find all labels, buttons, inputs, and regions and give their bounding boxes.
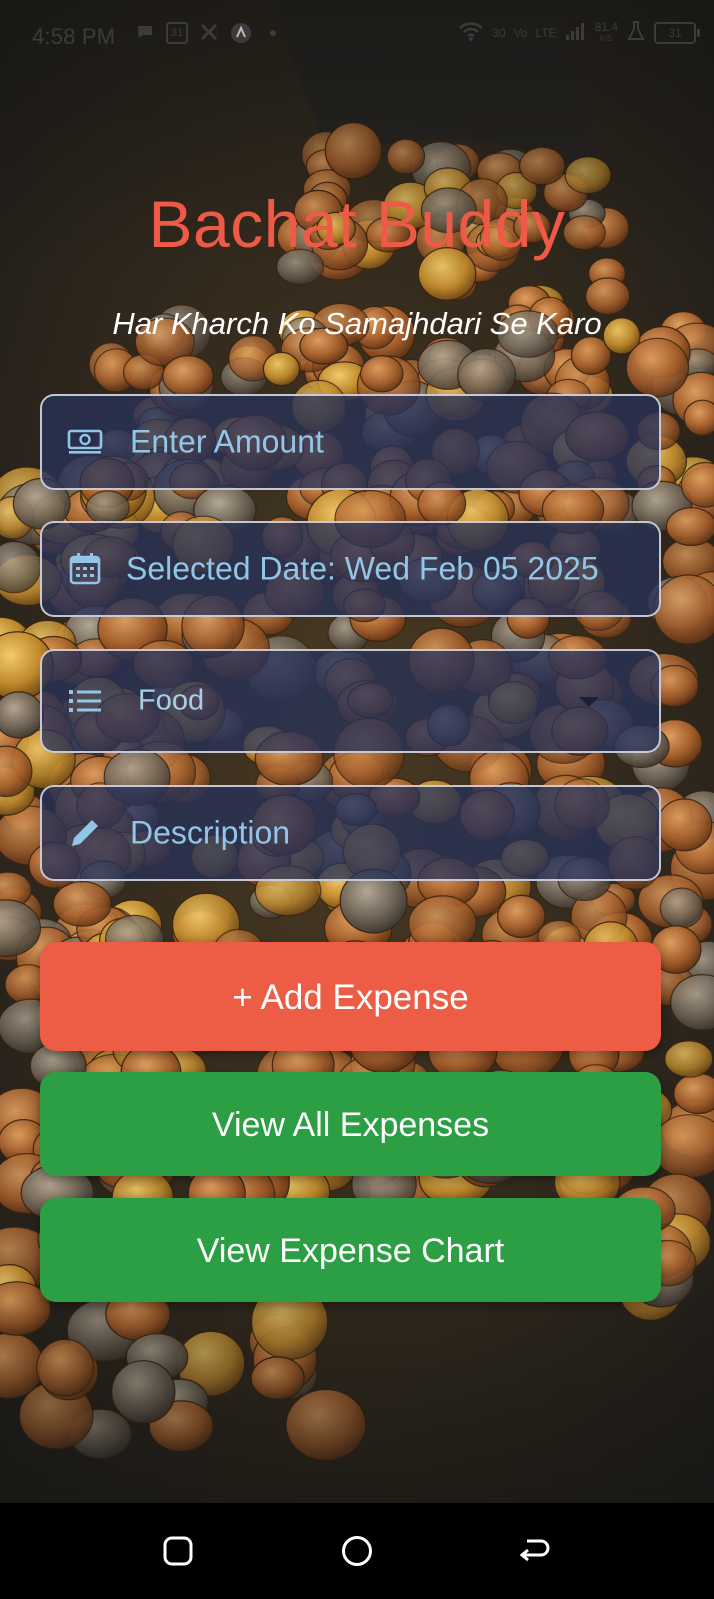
status-time: 4:58 PM — [32, 24, 116, 49]
system-status-icons: 30 Vo LTE 81.4 K/S 31 — [458, 19, 700, 45]
x-logo-icon — [198, 22, 220, 44]
signal-bars-icon — [565, 21, 587, 44]
description-placeholder: Description — [130, 814, 291, 851]
back-icon[interactable] — [514, 1531, 554, 1571]
home-icon[interactable] — [337, 1531, 377, 1571]
lte-label: LTE — [535, 25, 557, 40]
battery-icon: 31 — [654, 21, 700, 44]
app-tagline: Har Kharch Ko Samajhdari Se Karo — [112, 306, 602, 341]
category-dropdown[interactable]: Food — [40, 649, 661, 753]
app-screen: 4:58 PM 31 30 Vo LTE 81.4 K/S 31 Bachat … — [0, 0, 714, 1599]
recent-apps-icon[interactable] — [158, 1531, 198, 1571]
network-speed: 81.4 K/S — [594, 19, 618, 44]
app-title: Bachat Buddy — [148, 187, 566, 261]
amount-placeholder: Enter Amount — [130, 423, 324, 460]
notification-icons: 31 — [134, 22, 284, 44]
network-label-1: 30 — [492, 25, 506, 40]
view-all-expenses-button[interactable]: View All Expenses — [40, 1072, 661, 1176]
network-speed-value: 81.4 — [594, 19, 618, 34]
system-navigation-bar — [0, 1503, 714, 1599]
calendar-31-icon: 31 — [166, 22, 188, 44]
avast-icon — [230, 22, 252, 44]
volte-label: Vo — [513, 25, 528, 40]
selected-date-text: Selected Date: Wed Feb 05 2025 — [126, 550, 599, 587]
wifi-icon — [458, 20, 484, 45]
dot-icon — [262, 22, 284, 44]
money-bill-icon — [66, 423, 104, 461]
list-icon — [66, 682, 104, 720]
amount-field[interactable]: Enter Amount — [40, 394, 661, 490]
selected-category: Food — [138, 684, 205, 717]
description-field[interactable]: Description — [40, 785, 661, 881]
chat-bubble-icon — [134, 22, 156, 44]
pencil-icon — [66, 814, 104, 852]
status-bar: 4:58 PM 31 30 Vo LTE 81.4 K/S 31 — [0, 0, 714, 70]
calendar-icon — [66, 550, 104, 588]
view-expense-chart-button[interactable]: View Expense Chart — [40, 1198, 661, 1302]
add-expense-button[interactable]: + Add Expense — [40, 942, 661, 1051]
date-picker-field[interactable]: Selected Date: Wed Feb 05 2025 — [40, 521, 661, 617]
chevron-down-icon[interactable] — [579, 697, 599, 707]
network-speed-unit: K/S — [599, 33, 613, 43]
flask-icon — [626, 20, 646, 45]
